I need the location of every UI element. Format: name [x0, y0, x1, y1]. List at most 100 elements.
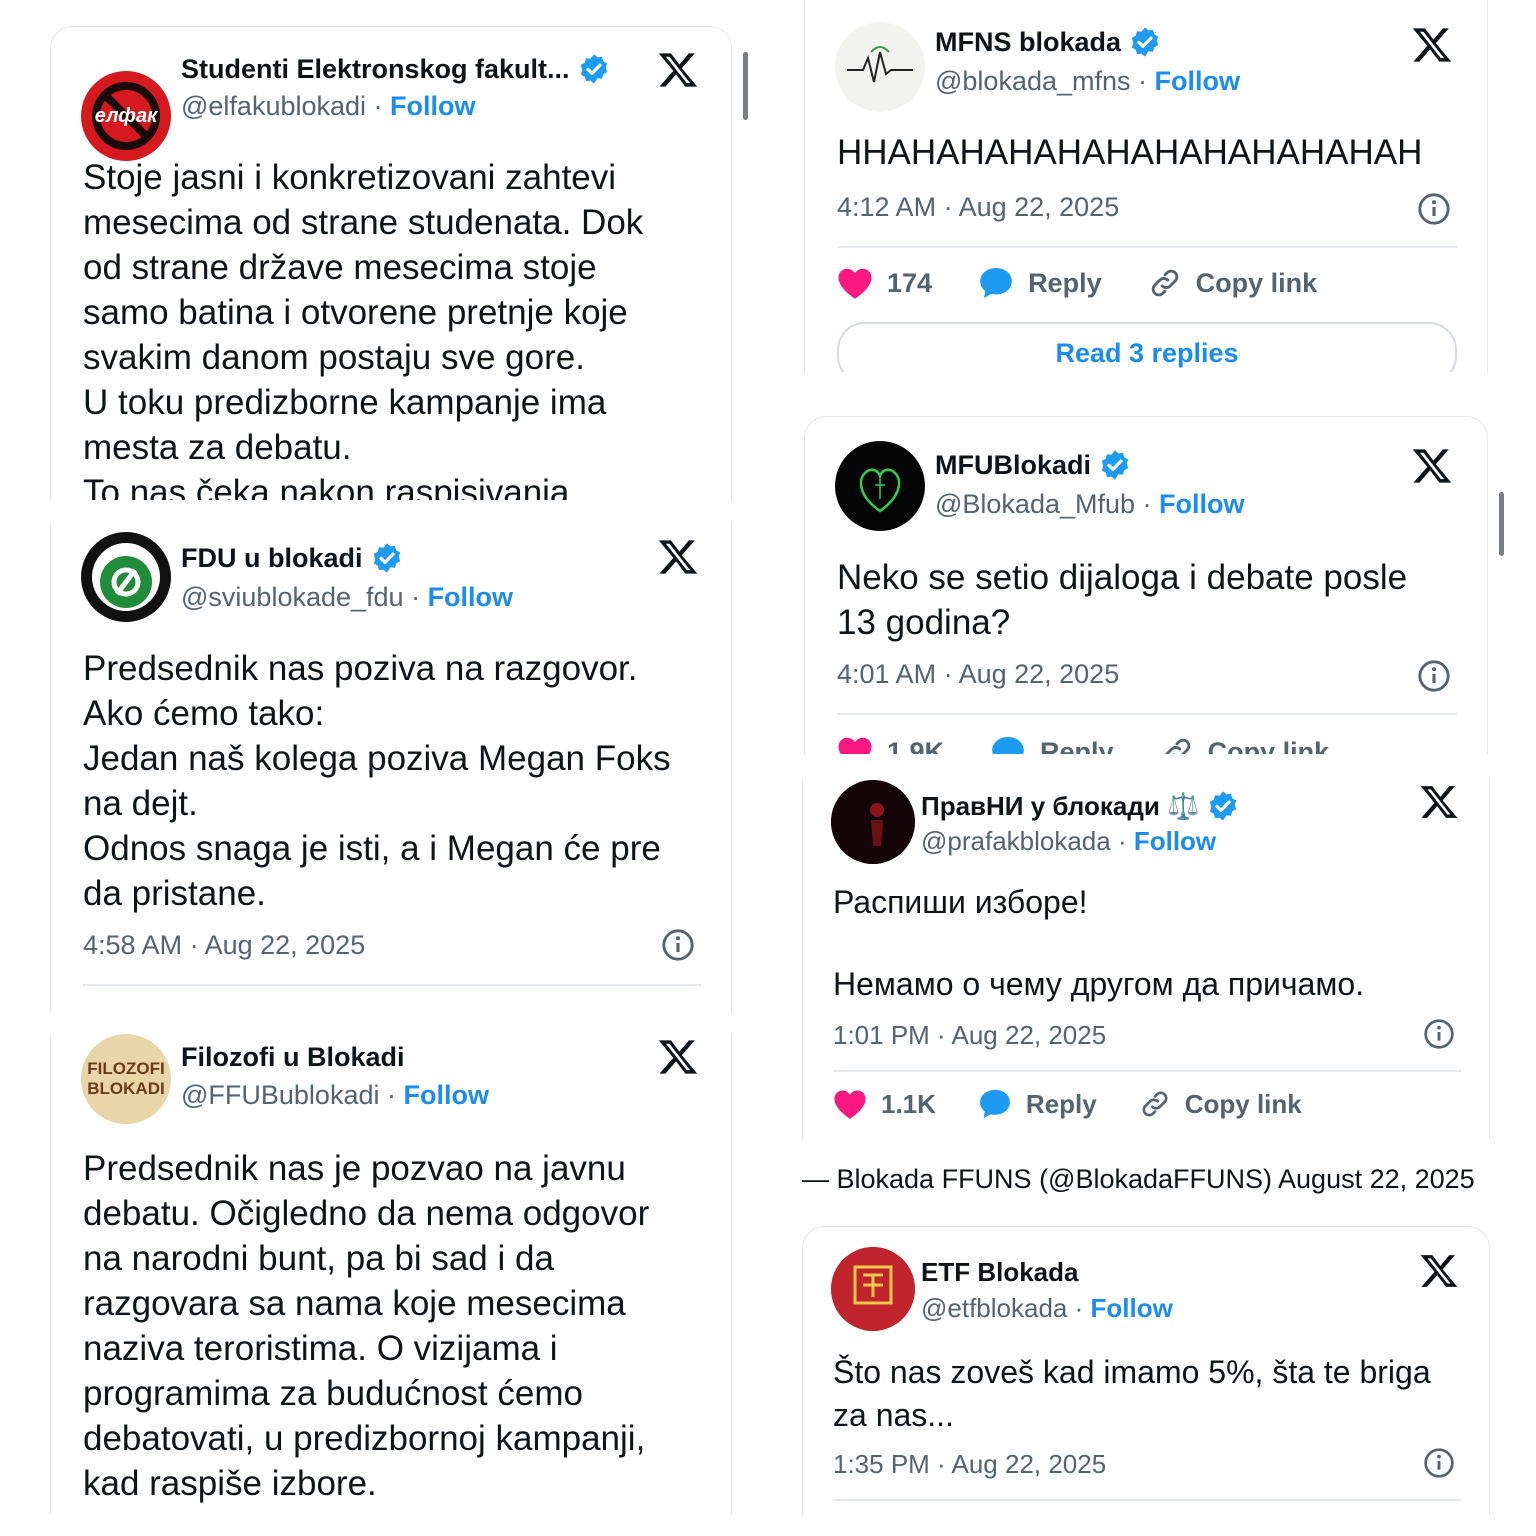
copy-link-label: Copy link [1184, 1088, 1302, 1119]
info-icon[interactable] [1423, 1018, 1455, 1050]
follow-button[interactable]: Follow [1159, 489, 1244, 519]
avatar[interactable]: елфак [81, 71, 171, 161]
x-logo-icon[interactable] [657, 49, 699, 91]
x-logo-icon[interactable] [1411, 445, 1453, 487]
author-name[interactable]: FDU u blokadi [181, 542, 403, 574]
follow-button[interactable]: Follow [1091, 1293, 1173, 1323]
author-handle[interactable]: @FFUBublokadi [181, 1080, 379, 1110]
mfub-heart-logo-icon [836, 442, 924, 530]
author-handle[interactable]: @prafakblokada [921, 826, 1111, 856]
timestamp[interactable]: 1:35 PM · Aug 22, 2025 [833, 1449, 1106, 1480]
separator: · [1135, 489, 1160, 519]
divider [833, 1070, 1461, 1072]
verified-badge-icon [580, 54, 607, 84]
handle-row: @prafakblokada · Follow [921, 826, 1216, 857]
tweet-card-mfub: MFUBlokadi @Blokada_Mfub · Follow Neko s… [804, 416, 1488, 754]
x-logo-icon[interactable] [1419, 782, 1459, 822]
x-logo-icon[interactable] [1419, 1251, 1459, 1291]
follow-button[interactable]: Follow [428, 582, 513, 612]
like-button[interactable]: 1.1K [833, 1088, 936, 1120]
author-name[interactable]: ПравНИ у блокади ⚖️ [921, 790, 1239, 822]
author-handle[interactable]: @etfblokada [921, 1293, 1067, 1323]
handle-row: @blokada_mfns · Follow [935, 66, 1240, 97]
timestamp[interactable]: 4:01 AM · Aug 22, 2025 [837, 659, 1119, 690]
like-count: 174 [887, 267, 933, 298]
author-handle[interactable]: @elfakublokadi [181, 91, 366, 121]
handle-row: @FFUBublokadi · Follow [181, 1080, 489, 1111]
tweet-text: Stoje jasni i konkretizovani zahtevi mes… [83, 158, 644, 500]
timestamp[interactable]: 1:01 PM · Aug 22, 2025 [833, 1020, 1106, 1051]
timestamp[interactable]: 4:12 AM · Aug 22, 2025 [837, 192, 1119, 223]
read-replies-button[interactable]: Read 3 replies [837, 322, 1457, 372]
author-name-text: FDU u blokadi [181, 542, 363, 573]
reply-label: Reply [1040, 736, 1114, 755]
embed-attribution[interactable]: — Blokada FFUNS (@BlokadaFFUNS) August 2… [802, 1164, 1475, 1195]
info-icon[interactable] [1417, 659, 1451, 693]
author-name[interactable]: MFNS blokada [935, 26, 1161, 58]
tweet-card-pravni: ПравНИ у блокади ⚖️ @prafakblokada · Fol… [802, 778, 1490, 1140]
verified-badge-icon [373, 543, 400, 573]
divider [83, 984, 701, 986]
author-name[interactable]: Studenti Elektronskog fakult... [181, 53, 610, 85]
tweet-card-fdu: FDU u blokadi @sviublokade_fdu · Follow … [50, 522, 732, 1012]
link-icon [1142, 1091, 1168, 1117]
handle-row: @sviublokade_fdu · Follow [181, 582, 513, 613]
avatar[interactable]: FILOZOFI BLOKADI [81, 1034, 171, 1124]
action-bar: 174 Reply Copy link [837, 266, 1317, 300]
separator: · [366, 91, 391, 121]
follow-button[interactable]: Follow [390, 91, 475, 121]
avatar-logo-text: FILOZOFI BLOKADI [87, 1059, 165, 1098]
copy-link-button[interactable]: Copy link [1148, 266, 1318, 300]
author-handle[interactable]: @sviublokade_fdu [181, 582, 404, 612]
copy-link-label: Copy link [1195, 267, 1318, 298]
tweet-text: HHAHAHAHAHAHAHAHAHAHAHAH [837, 133, 1423, 172]
avatar[interactable] [835, 22, 925, 112]
fdu-logo-icon [82, 533, 170, 621]
author-name-text: MFNS blokada [935, 26, 1122, 57]
copy-link-button[interactable]: Copy link [1139, 1088, 1302, 1120]
link-icon [1164, 738, 1190, 754]
info-icon[interactable] [661, 928, 695, 962]
handle-row: @Blokada_Mfub · Follow [935, 489, 1245, 520]
author-name[interactable]: ETF Blokada [921, 1257, 1078, 1288]
follow-button[interactable]: Follow [1155, 66, 1240, 96]
scrollbar[interactable] [1499, 492, 1504, 556]
author-handle[interactable]: @blokada_mfns [935, 66, 1131, 96]
avatar[interactable] [831, 780, 915, 864]
timestamp[interactable]: 4:58 AM · Aug 22, 2025 [83, 930, 365, 961]
reply-button[interactable]: Reply [978, 1088, 1097, 1120]
info-icon[interactable] [1417, 192, 1451, 226]
handle-row: @etfblokada · Follow [921, 1293, 1173, 1324]
divider [837, 246, 1457, 248]
scrollbar[interactable] [743, 52, 748, 120]
reply-button[interactable]: Reply [978, 266, 1102, 300]
tweet-text: Predsednik nas poziva na razgovor. Ako ć… [83, 649, 671, 913]
x-logo-icon[interactable] [657, 1036, 699, 1078]
like-button[interactable]: 1.9K [837, 735, 944, 754]
x-logo-icon[interactable] [657, 536, 699, 578]
author-name[interactable]: Filozofi u Blokadi [181, 1042, 405, 1073]
tweet-text: Neko se setio dijaloga i debate posle 13… [837, 558, 1408, 642]
author-name[interactable]: MFUBlokadi [935, 449, 1131, 481]
divider [833, 1499, 1461, 1501]
link-icon [1151, 269, 1178, 297]
separator: · [1130, 66, 1155, 96]
separator: · [1110, 826, 1134, 856]
follow-button[interactable]: Follow [403, 1080, 488, 1110]
avatar[interactable] [831, 1247, 915, 1331]
info-icon[interactable] [1423, 1447, 1455, 1479]
author-handle[interactable]: @Blokada_Mfub [935, 489, 1135, 519]
author-name-text: Filozofi u Blokadi [181, 1042, 405, 1072]
follow-button[interactable]: Follow [1134, 826, 1216, 856]
action-bar: 1.1K Reply Copy link [833, 1088, 1302, 1120]
avatar[interactable] [81, 532, 171, 622]
divider [837, 713, 1457, 715]
like-count: 1.1K [881, 1088, 936, 1119]
copy-link-button[interactable]: Copy link [1160, 735, 1329, 754]
verified-badge-icon [1131, 27, 1159, 57]
x-logo-icon[interactable] [1411, 24, 1453, 66]
verified-badge-icon [1210, 791, 1237, 821]
avatar[interactable] [835, 441, 925, 531]
like-button[interactable]: 174 [837, 266, 932, 300]
reply-button[interactable]: Reply [990, 735, 1114, 754]
